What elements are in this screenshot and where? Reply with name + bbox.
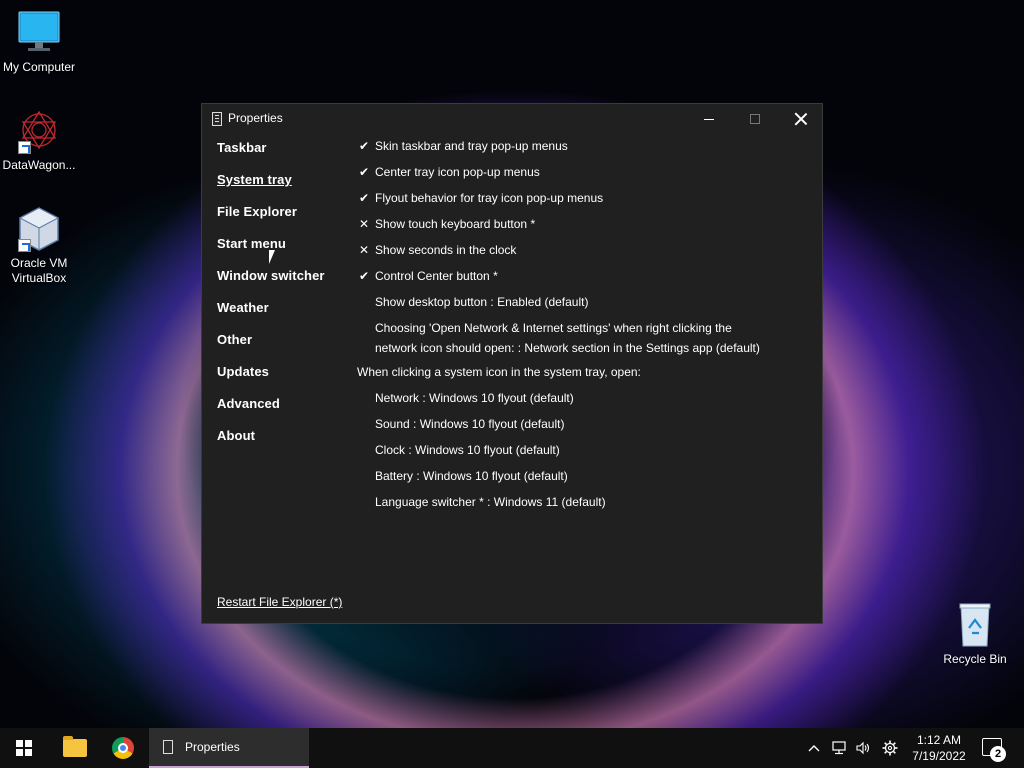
nav-item-updates[interactable]: Updates <box>217 364 325 396</box>
maximize-button[interactable] <box>732 104 778 134</box>
option-seconds-in-clock[interactable]: ✕ Show seconds in the clock <box>357 242 777 268</box>
sidebar-nav: Taskbar System tray File Explorer Start … <box>217 140 325 460</box>
taskbar-chrome[interactable] <box>100 728 146 768</box>
cross-icon: ✕ <box>358 243 370 257</box>
speaker-icon <box>856 741 870 755</box>
minimize-button[interactable] <box>686 104 732 134</box>
settings-tray-icon[interactable] <box>878 728 902 768</box>
checkmark-icon: ✔ <box>358 191 370 205</box>
nav-item-system-tray[interactable]: System tray <box>217 172 325 204</box>
clock-time: 1:12 AM <box>916 733 962 747</box>
nav-item-advanced[interactable]: Advanced <box>217 396 325 428</box>
nav-item-window-switcher[interactable]: Window switcher <box>217 268 325 300</box>
folder-icon <box>63 736 87 757</box>
desktop-icon-label: DataWagon... <box>2 158 76 172</box>
start-button[interactable] <box>0 728 48 768</box>
option-label: Choosing 'Open Network & Internet settin… <box>375 321 760 355</box>
nav-item-other[interactable]: Other <box>217 332 325 364</box>
window-title: Properties <box>228 111 283 125</box>
cross-icon: ✕ <box>358 217 370 231</box>
network-icon <box>832 741 846 755</box>
taskbar: Properties 1:12 AM 7/19/2022 2 <box>0 728 1024 768</box>
nav-item-weather[interactable]: Weather <box>217 300 325 332</box>
desktop-icon-virtualbox[interactable]: Oracle VM VirtualBox <box>0 206 79 286</box>
maximize-icon <box>750 114 760 124</box>
option-center-tray-menus[interactable]: ✔ Center tray icon pop-up menus <box>357 164 777 190</box>
option-touch-keyboard-button[interactable]: ✕ Show touch keyboard button * <box>357 216 777 242</box>
desktop-icon-label: Recycle Bin <box>943 652 1007 666</box>
clock-date: 7/19/2022 <box>912 749 966 763</box>
virtualbox-icon <box>16 206 62 252</box>
desktop-icon-my-computer[interactable]: My Computer <box>0 10 79 75</box>
option-flyout-behavior[interactable]: ✔ Flyout behavior for tray icon pop-up m… <box>357 190 777 216</box>
datawagon-logo-icon <box>16 108 62 154</box>
app-icon <box>163 740 173 754</box>
checkmark-icon: ✔ <box>358 139 370 153</box>
option-control-center-button[interactable]: ✔ Control Center button * <box>357 268 777 294</box>
option-label: Flyout behavior for tray icon pop-up men… <box>375 191 604 205</box>
desktop-icon-recycle-bin[interactable]: Recycle Bin <box>935 602 1015 667</box>
minimize-icon <box>704 118 714 120</box>
restart-explorer-link[interactable]: Restart File Explorer (*) <box>217 595 342 609</box>
option-clock-flyout[interactable]: Clock : Windows 10 flyout (default) <box>357 442 777 468</box>
network-tray-icon[interactable] <box>828 728 850 768</box>
close-button[interactable] <box>778 104 824 134</box>
shortcut-arrow-icon <box>18 239 31 252</box>
nav-item-file-explorer[interactable]: File Explorer <box>217 204 325 236</box>
option-label: Show seconds in the clock <box>375 243 517 257</box>
desktop-icon-datawagon[interactable]: DataWagon... <box>0 108 79 173</box>
volume-tray-icon[interactable] <box>852 728 874 768</box>
option-label: Skin taskbar and tray pop-up menus <box>375 139 568 153</box>
shortcut-arrow-icon <box>18 141 31 154</box>
desktop-icon-label: Oracle VM VirtualBox <box>10 256 68 285</box>
recycle-bin-icon <box>952 602 998 648</box>
option-sound-flyout[interactable]: Sound : Windows 10 flyout (default) <box>357 416 777 442</box>
option-language-switcher[interactable]: Language switcher * : Windows 11 (defaul… <box>357 494 777 520</box>
desktop-icon-label: My Computer <box>2 60 76 74</box>
properties-window: Properties Taskbar System tray File Expl… <box>201 103 823 624</box>
option-show-desktop-button[interactable]: Show desktop button : Enabled (default) <box>357 294 777 320</box>
gear-icon <box>882 740 898 756</box>
task-label: Properties <box>185 740 240 754</box>
checkmark-icon: ✔ <box>358 269 370 283</box>
app-icon <box>212 112 222 126</box>
option-skin-tray-menus[interactable]: ✔ Skin taskbar and tray pop-up menus <box>357 138 777 164</box>
chevron-up-icon <box>808 745 820 752</box>
option-label: Show touch keyboard button * <box>375 217 536 231</box>
option-network-flyout[interactable]: Network : Windows 10 flyout (default) <box>357 390 777 416</box>
monitor-icon <box>16 10 62 56</box>
mouse-cursor-icon <box>269 250 281 264</box>
option-battery-flyout[interactable]: Battery : Windows 10 flyout (default) <box>357 468 777 494</box>
checkmark-icon: ✔ <box>358 165 370 179</box>
chrome-icon <box>112 737 134 759</box>
taskbar-properties[interactable]: Properties <box>149 728 309 768</box>
option-label: Center tray icon pop-up menus <box>375 165 540 179</box>
system-icon-heading: When clicking a system icon in the syste… <box>357 365 641 379</box>
option-label: Control Center button * <box>375 269 498 283</box>
nav-item-about[interactable]: About <box>217 428 325 460</box>
tray-overflow-button[interactable] <box>804 728 824 768</box>
nav-item-taskbar[interactable]: Taskbar <box>217 140 325 172</box>
option-label: Show desktop button : Enabled (default) <box>375 295 589 309</box>
taskbar-file-explorer[interactable] <box>52 728 98 768</box>
close-icon <box>795 113 807 125</box>
settings-content: ✔ Skin taskbar and tray pop-up menus ✔ C… <box>357 138 777 520</box>
windows-logo-icon <box>16 740 32 756</box>
title-bar[interactable]: Properties <box>202 104 822 134</box>
notification-count-badge: 2 <box>990 746 1006 762</box>
taskbar-clock[interactable]: 1:12 AM 7/19/2022 <box>904 732 974 764</box>
option-network-settings-target[interactable]: Choosing 'Open Network & Internet settin… <box>357 318 777 364</box>
